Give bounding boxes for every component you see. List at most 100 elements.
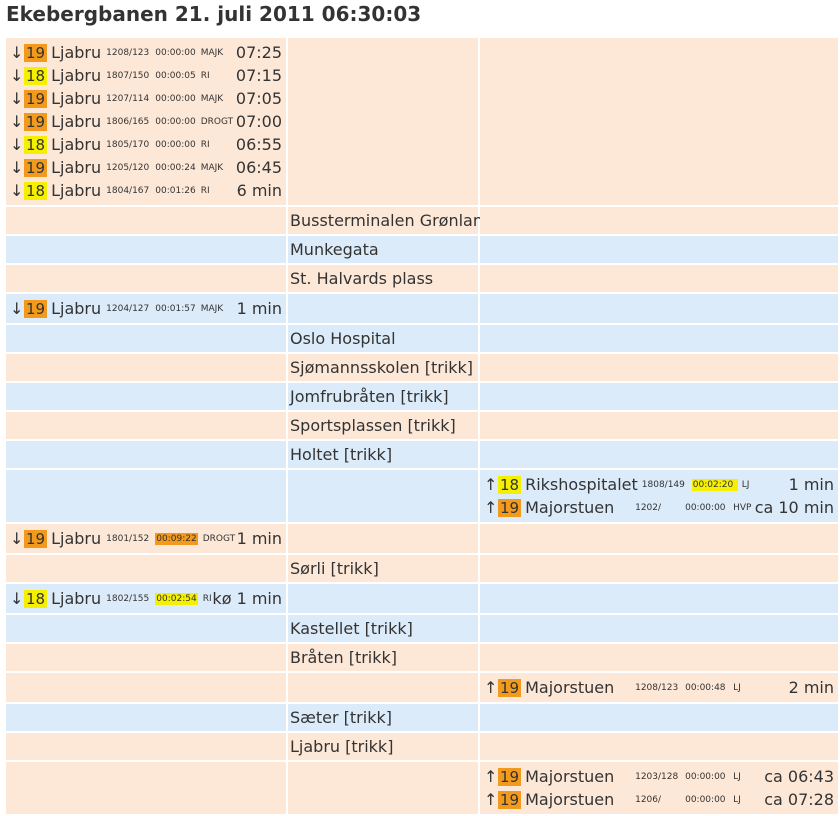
driver-code: RI [200,185,210,196]
southbound-cell [6,704,286,731]
departure-entry: ↑ 18 Rikshospitalet 1808/149 00:02:20 LJ 1 min [484,473,834,496]
down-arrow-icon: ↓ [10,66,24,85]
delay-time: 00:01:26 [155,185,196,196]
board-row: Sæter [trikk] [6,704,840,731]
northbound-cell [480,704,838,731]
departure-time: ca 10 min [754,498,834,517]
southbound-cell [6,207,286,234]
vehicle-ids: 1208/123 [635,682,679,693]
departure-time: kø 1 min [212,589,282,608]
stop-name: Munkegata [290,240,379,259]
departure-entry: ↓ 19 Ljabru 1208/123 00:00:00 MAJK 07:25 [10,41,282,64]
southbound-cell [6,733,286,760]
line-badge: 18 [498,475,522,494]
down-arrow-icon: ↓ [10,135,24,154]
stop-cell: Kastellet [trikk] [288,615,478,642]
departure-entry: ↓ 19 Ljabru 1801/152 00:09:22 DROGT 1 min [10,527,282,550]
down-arrow-icon: ↓ [10,529,24,548]
line-badge: 19 [498,498,522,517]
stop-name: Jomfrubråten [trikk] [290,387,449,406]
northbound-cell: ↑ 19 Majorstuen 1203/128 00:00:00 LJ ca 06:43 ↑… [480,762,838,814]
southbound-cell [6,673,286,702]
departure-time: 1 min [788,475,834,494]
stop-cell: Sørli [trikk] [288,555,478,582]
stop-cell [288,294,478,323]
board-row: Oslo Hospital [6,325,840,352]
stop-cell: Munkegata [288,236,478,263]
destination: Majorstuen [525,767,615,786]
board-row: ↓ 19 Ljabru 1208/123 00:00:00 MAJK 07:25 ↓ 18 Lja… [6,38,840,205]
board-row: ↓ 18 Ljabru 1802/155 00:02:54 RI kø 1 min [6,584,840,613]
stop-cell [288,673,478,702]
vehicle-ids: 1206/ [635,794,662,805]
departure-entry: ↓ 18 Ljabru 1807/150 00:00:05 RI 07:15 [10,64,282,87]
up-arrow-icon: ↑ [484,767,498,786]
departure-entry: ↑ 19 Majorstuen 1203/128 00:00:00 LJ ca 06:43 [484,765,834,788]
line-badge: 19 [24,529,48,548]
down-arrow-icon: ↓ [10,299,24,318]
northbound-cell [480,441,838,468]
stop-cell [288,584,478,613]
vehicle-ids: 1805/170 [106,139,150,150]
southbound-cell [6,383,286,410]
stop-cell: Sæter [trikk] [288,704,478,731]
departure-entry: ↓ 19 Ljabru 1806/165 00:00:00 DROGT 07:00 [10,110,282,133]
up-arrow-icon: ↑ [484,790,498,809]
board-row: Munkegata [6,236,840,263]
line-badge: 18 [24,589,48,608]
board-row: Bussterminalen Grønland [6,207,840,234]
destination: Majorstuen [525,678,615,697]
departure-time: 07:00 [235,112,282,131]
southbound-cell: ↓ 19 Ljabru 1801/152 00:09:22 DROGT 1 min [6,524,286,553]
departure-time: 06:45 [235,158,282,177]
vehicle-ids: 1804/167 [106,185,150,196]
southbound-cell [6,354,286,381]
southbound-cell: ↓ 19 Ljabru 1204/127 00:01:57 MAJK 1 min [6,294,286,323]
delay-time: 00:09:22 [155,532,198,545]
destination: Ljabru [51,299,102,318]
board-row: Holtet [trikk] [6,441,840,468]
stop-cell [288,524,478,553]
line-badge: 18 [24,181,48,200]
southbound-cell [6,644,286,671]
driver-code: LJ [733,794,741,805]
stop-cell: Ljabru [trikk] [288,733,478,760]
stop-cell: Bussterminalen Grønland [288,207,493,234]
board-row: ↑ 19 Majorstuen 1208/123 00:00:48 LJ 2 min [6,673,840,702]
line-badge: 18 [24,66,48,85]
board-row: Ljabru [trikk] [6,733,840,760]
northbound-cell [480,524,838,553]
destination: Majorstuen [525,790,615,809]
line-badge: 19 [24,158,48,177]
delay-time: 00:00:00 [685,771,726,782]
northbound-cell [480,615,838,642]
departure-time: 07:15 [235,66,282,85]
driver-code: RI [202,593,212,604]
line-badge: 19 [24,299,48,318]
northbound-cell [480,644,838,671]
northbound-cell [480,325,838,352]
line-badge: 19 [24,43,48,62]
vehicle-ids: 1203/128 [635,771,679,782]
destination: Ljabru [51,66,102,85]
driver-code: MAJK [200,303,224,314]
northbound-cell [480,555,838,582]
departure-time: ca 06:43 [764,767,834,786]
vehicle-ids: 1208/123 [106,47,150,58]
stop-name: Sørli [trikk] [290,559,379,578]
driver-code: DROGT [202,533,236,544]
delay-time: 00:00:00 [155,93,196,104]
stop-name: Bussterminalen Grønland [290,211,494,230]
destination: Ljabru [51,43,102,62]
destination: Majorstuen [525,498,615,517]
line-badge: 19 [498,790,522,809]
up-arrow-icon: ↑ [484,498,498,517]
southbound-cell [6,762,286,814]
destination: Rikshospitalet [525,475,638,494]
vehicle-ids: 1205/120 [106,162,150,173]
up-arrow-icon: ↑ [484,475,498,494]
stop-name: Sæter [trikk] [290,708,392,727]
stop-cell: St. Halvards plass [288,265,478,292]
delay-time: 00:00:00 [155,139,196,150]
southbound-cell [6,412,286,439]
